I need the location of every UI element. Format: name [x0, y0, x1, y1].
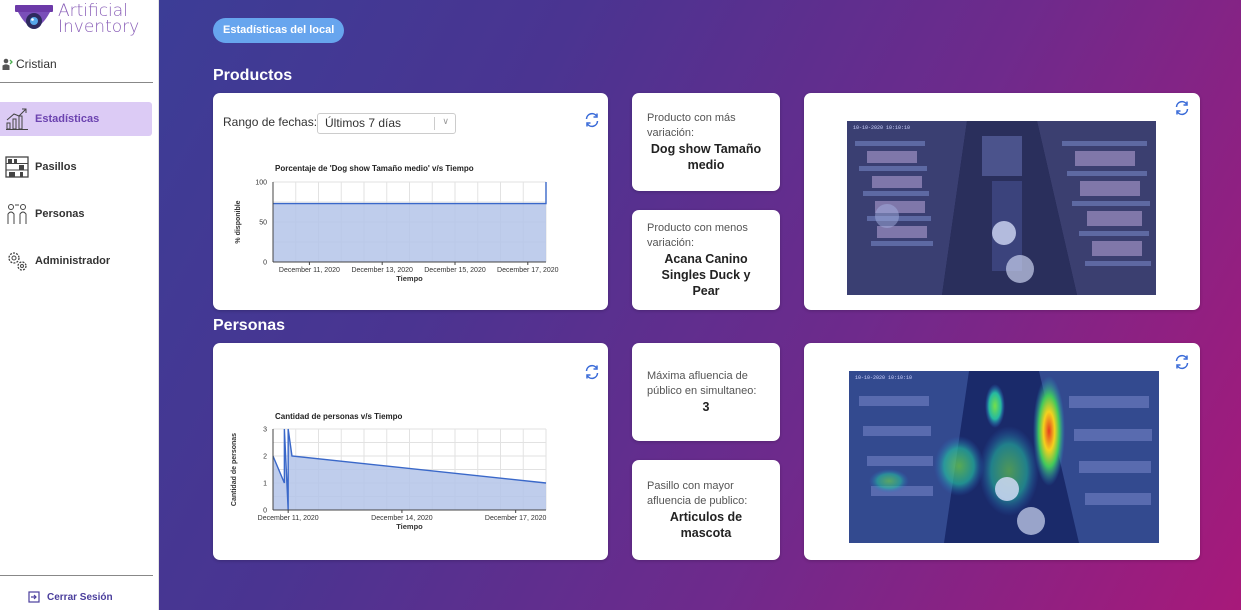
x-tick-label: December 14, 2020	[371, 515, 433, 522]
date-range-label: Rango de fechas:	[223, 115, 318, 129]
logo-text: Artificial Inventory	[58, 1, 140, 37]
x-tick-label: December 11, 2020	[258, 515, 319, 522]
most-variation-value: Dog show Tamaño medio	[650, 142, 762, 172]
nav-item-personas[interactable]: Personas	[0, 197, 152, 231]
least-variation-card: Producto con menos variación: Acana Cani…	[632, 210, 780, 310]
max-flow-value: 3	[702, 400, 710, 414]
refresh-icon[interactable]	[584, 364, 600, 380]
date-range-select[interactable]: Últimos 7 días ∨	[317, 113, 456, 134]
user-name: Cristian	[16, 57, 57, 71]
camera-logo-icon	[15, 5, 53, 29]
current-user[interactable]: Cristian	[1, 57, 57, 71]
x-tick-label: December 11, 2020	[279, 267, 340, 274]
most-variation-card: Producto con más variación: Dog show Tam…	[632, 93, 780, 191]
bar-chart-icon	[5, 107, 29, 131]
people-heatmap-image[interactable]: 10-10-2020 10:10:10	[849, 371, 1159, 543]
y-tick-label: 0	[263, 508, 267, 515]
least-variation-title: Producto con menos variación:	[647, 222, 748, 249]
people-camera-card: 10-10-2020 10:10:10	[804, 343, 1200, 560]
sidebar: Artificial Inventory Cristian Estadístic…	[0, 0, 159, 610]
nav-item-pasillos[interactable]: Pasillos	[0, 150, 152, 184]
chevron-down-icon: ∨	[442, 116, 449, 126]
gears-icon	[5, 249, 29, 273]
logout-icon	[28, 591, 40, 603]
y-tick-label: 100	[255, 180, 267, 187]
page-title-pill[interactable]: Estadísticas del local	[213, 18, 345, 43]
x-axis-label: Tiempo	[396, 274, 423, 283]
chart-title: Porcentaje de 'Dog show Tamaño medio' v/…	[275, 164, 474, 173]
people-chart-card: Cantidad de personas v/s Tiempo 0 1 2 3 Decem…	[213, 343, 608, 560]
nav-item-estadisticas[interactable]: Estadísticas	[0, 102, 152, 136]
busiest-aisle-title: Pasillo con mayor afluencia de publico:	[647, 480, 748, 507]
y-axis-label: Cantidad de personas	[231, 433, 238, 506]
divider	[0, 82, 153, 83]
logout-button[interactable]: Cerrar Sesión	[28, 591, 113, 603]
svg-text:10-10-2020 10:10:10: 10-10-2020 10:10:10	[855, 375, 912, 381]
y-tick-label: 2	[263, 454, 267, 461]
max-flow-title: Máxima afluencia de público en simultane…	[647, 370, 757, 397]
busiest-aisle-value: Articulos de mascota	[669, 510, 743, 540]
app-logo[interactable]: Artificial Inventory	[12, 2, 152, 42]
shelves-icon	[5, 155, 29, 179]
y-axis-label: % disponible	[235, 200, 242, 243]
nav-item-administrador[interactable]: Administrador	[0, 244, 152, 278]
x-axis-label: Tiempo	[396, 522, 423, 531]
section-title-personas: Personas	[213, 317, 286, 334]
refresh-icon[interactable]	[584, 112, 600, 128]
most-variation-title: Producto con más variación:	[647, 112, 736, 139]
x-tick-label: December 17, 2020	[485, 515, 547, 522]
user-icon	[2, 58, 13, 70]
max-flow-card: Máxima afluencia de público en simultane…	[632, 343, 780, 441]
products-availability-chart: Porcentaje de 'Dog show Tamaño medio' v/…	[235, 164, 559, 283]
least-variation-value: Acana Canino Singles Duck y Pear	[661, 252, 751, 298]
section-title-productos: Productos	[213, 67, 293, 84]
y-tick-label: 50	[259, 220, 267, 227]
main-content: Estadísticas del local Productos Rango d…	[159, 0, 1241, 610]
people-icon	[5, 202, 29, 226]
chart-title: Cantidad de personas v/s Tiempo	[275, 412, 403, 421]
products-camera-card: 10-10-2020 10:10:10	[804, 93, 1200, 310]
busiest-aisle-card: Pasillo con mayor afluencia de publico: …	[632, 460, 780, 560]
y-tick-label: 1	[263, 481, 267, 488]
divider	[0, 575, 153, 576]
x-tick-label: December 15, 2020	[424, 267, 486, 274]
x-tick-label: December 13, 2020	[351, 267, 413, 274]
products-chart-card: Rango de fechas: Últimos 7 días ∨ Porcen…	[213, 93, 608, 310]
store-camera-image[interactable]: 10-10-2020 10:10:10	[847, 121, 1156, 295]
svg-text:10-10-2020 10:10:10: 10-10-2020 10:10:10	[853, 125, 910, 131]
y-tick-label: 0	[263, 260, 267, 267]
refresh-icon[interactable]	[1174, 100, 1190, 116]
y-tick-label: 3	[263, 427, 267, 434]
refresh-icon[interactable]	[1174, 354, 1190, 370]
people-count-chart: Cantidad de personas v/s Tiempo 0 1 2 3 Decem…	[231, 412, 547, 531]
x-tick-label: December 17, 2020	[497, 267, 559, 274]
